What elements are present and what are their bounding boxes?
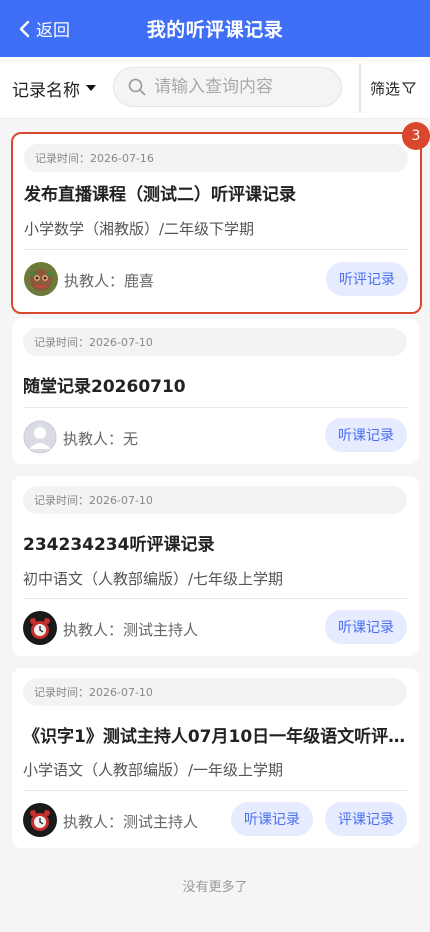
search-icon [128,78,146,96]
chevron-left-icon [19,20,30,37]
record-title: 发布直播课程（测试二）听评课记录 [24,185,296,205]
listen-record-button[interactable]: 听课记录 [325,610,407,644]
listen-record-button[interactable]: 听课记录 [325,418,407,452]
evaluate-record-button[interactable]: 评课记录 [325,802,407,836]
record-card[interactable]: 记录时间：2026-07-10 234234234听评课记录 初中语文（人教部编… [12,476,419,656]
toolbar-divider [359,63,361,113]
card-divider [23,598,407,599]
toolbar: 记录名称 筛选 [0,57,430,119]
teacher-name: 执教人：无 [63,430,139,448]
record-title: 234234234听评课记录 [23,535,215,555]
sort-dropdown[interactable]: 记录名称 [12,57,96,119]
teacher-name: 执教人：测试主持人 [63,621,199,639]
record-time: 记录时间：2026-07-16 [24,144,408,172]
back-label: 返回 [36,21,70,41]
teacher-name: 执教人：测试主持人 [63,813,199,831]
filter-label: 筛选 [370,79,401,98]
teacher-name: 执教人：鹿喜 [64,272,155,290]
record-time: 记录时间：2026-07-10 [23,486,407,514]
caret-down-icon [86,85,96,91]
record-subject: 小学语文（人教部编版）/一年级上学期 [23,761,284,779]
record-card[interactable]: 3 记录时间：2026-07-16 发布直播课程（测试二）听评课记录 小学数学（… [11,122,430,314]
record-card[interactable]: 记录时间：2026-07-10 随堂记录20260710 执教人：无 听课记录 [12,318,419,464]
search-box[interactable] [113,67,342,107]
search-input[interactable] [154,77,334,97]
record-time: 记录时间：2026-07-10 [23,328,407,356]
no-more-text: 没有更多了 [182,880,248,895]
listen-evaluate-record-button[interactable]: 听评记录 [326,262,408,296]
record-card[interactable]: 记录时间：2026-07-10 《识字1》测试主持人07月10日一年级语文听评课… [12,668,419,848]
record-subject: 小学数学（湘教版）/二年级下学期 [24,220,255,238]
card-divider [23,790,407,791]
app-header: 返回 我的听评课记录 [0,0,430,57]
page-title: 我的听评课记录 [146,19,284,41]
card-divider [23,407,407,408]
filter-button[interactable]: 筛选 [370,57,416,119]
teacher-avatar [24,262,58,296]
card-divider [24,249,408,250]
listen-record-button[interactable]: 听课记录 [231,802,313,836]
teacher-avatar [23,611,57,645]
record-title: 随堂记录20260710 [23,377,186,397]
teacher-avatar [23,803,57,837]
sort-label: 记录名称 [12,80,80,101]
teacher-avatar [23,420,57,454]
back-button[interactable]: 返回 [18,0,70,57]
filter-icon [402,82,416,94]
record-subject: 初中语文（人教部编版）/七年级上学期 [23,570,284,588]
count-badge: 3 [402,122,430,150]
record-title: 《识字1》测试主持人07月10日一年级语文听评课记录 [23,727,409,747]
record-time: 记录时间：2026-07-10 [23,678,407,706]
